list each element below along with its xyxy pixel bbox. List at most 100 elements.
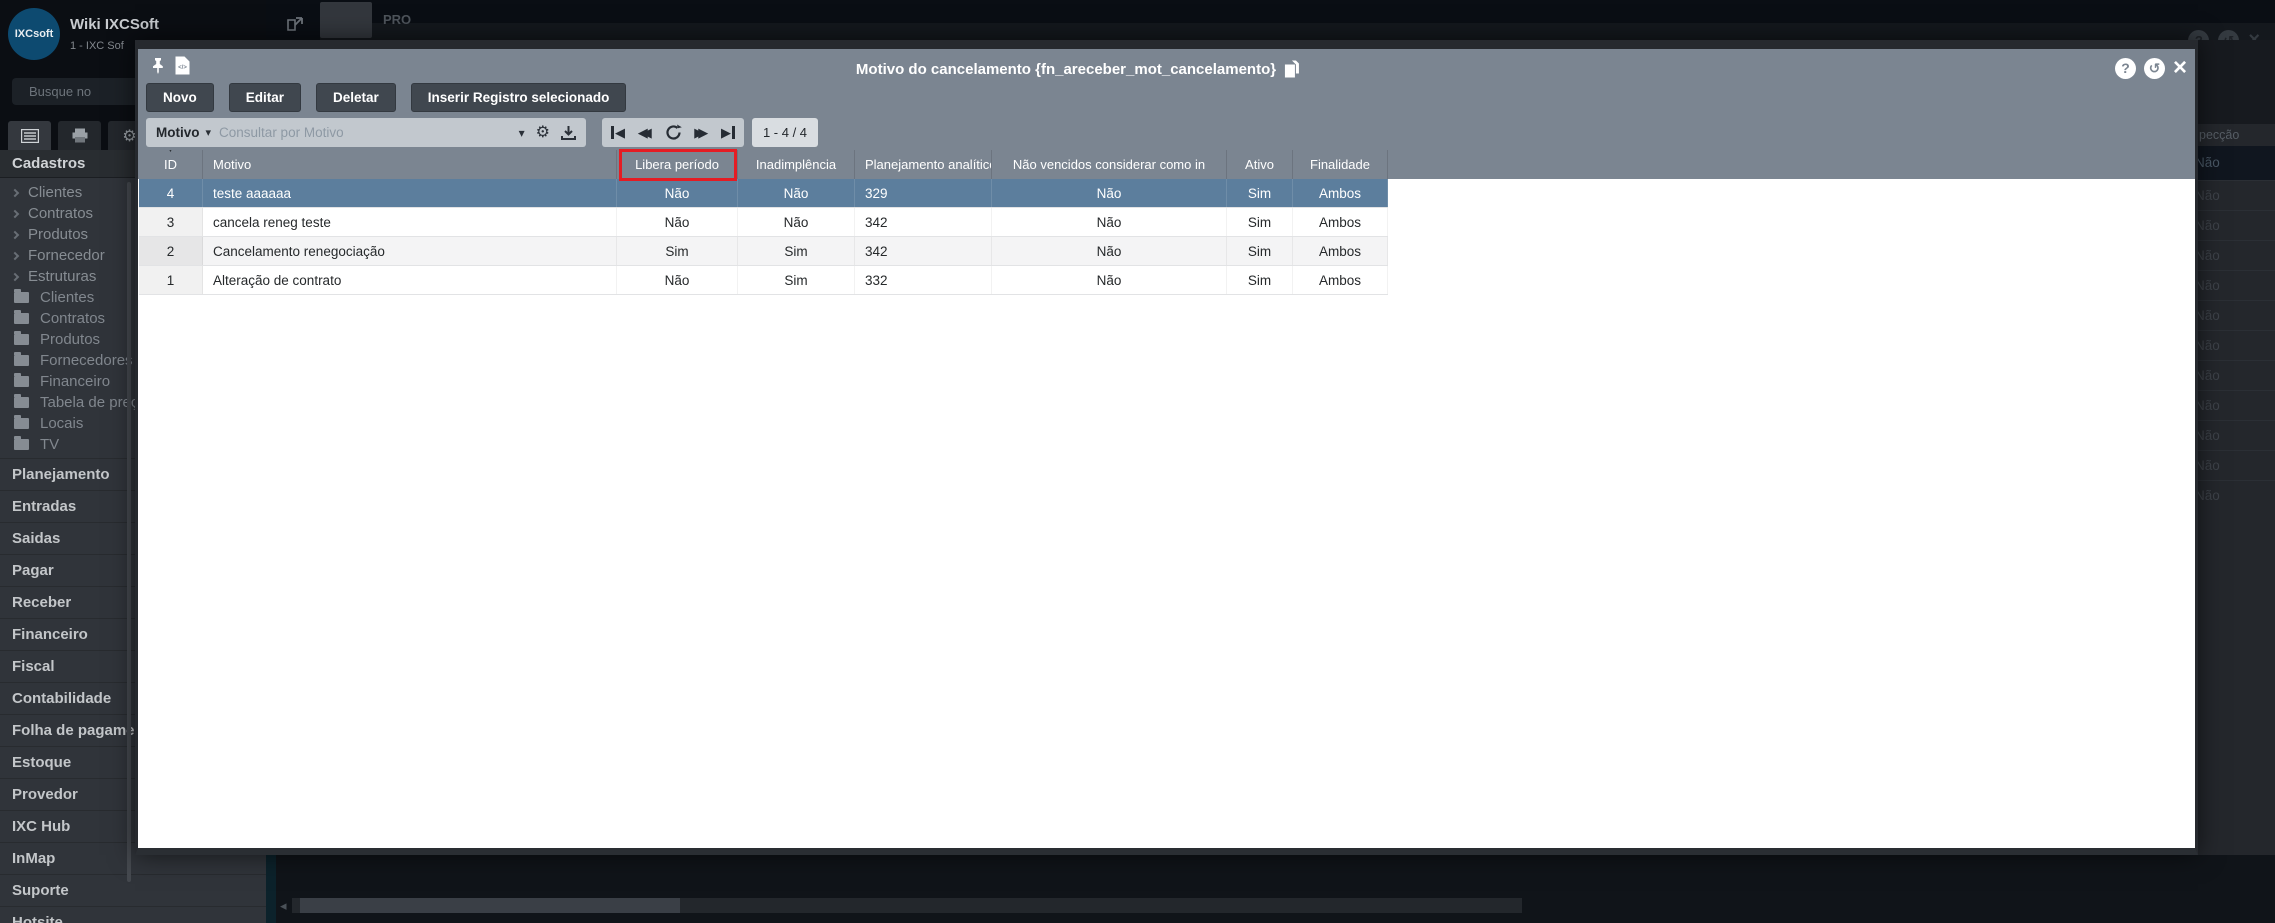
sidebar-section[interactable]: Hotsite (0, 906, 266, 923)
column-label: Planejamento analítico (865, 157, 992, 172)
folder-icon (14, 436, 29, 450)
cell-libera_periodo: Não (617, 179, 738, 207)
label: Fiscal (12, 658, 55, 675)
cell-libera_periodo: Sim (617, 237, 738, 265)
column-header-id[interactable]: ▼ ID (139, 150, 203, 179)
app-title: Wiki IXCSoft (70, 16, 160, 33)
cell-finalidade: Ambos (1293, 266, 1388, 294)
editar-button[interactable]: Editar (228, 83, 302, 112)
cell-inadimplencia: Não (738, 208, 855, 236)
label: Clientes (28, 184, 83, 201)
background-bottom-strip: ◂ (266, 855, 2275, 923)
label: Planejamento (12, 466, 110, 483)
label: Provedor (12, 786, 78, 803)
scroll-left-icon[interactable]: ◂ (280, 898, 287, 914)
folder-icon (14, 331, 29, 345)
novo-button[interactable]: Novo (146, 83, 214, 112)
list-icon (20, 128, 39, 143)
label: Fornecedores (40, 352, 133, 369)
screen: IXCsoft Wiki IXCSoft 1 - IXC Sof Busque … (0, 0, 2275, 923)
column-header-planejamento[interactable]: Planejamento analítico (855, 150, 992, 179)
label: Clientes (40, 289, 95, 306)
table-row[interactable]: 3 cancela reneg teste Não Não 342 Não Sim Ambos (139, 208, 1388, 237)
sidebar-section[interactable]: Suporte (0, 874, 266, 906)
chev-icon (10, 230, 20, 239)
modal-motivo-cancelamento: </> Motivo do cancelamento {fn_areceber_… (135, 40, 2198, 855)
table-row[interactable]: 1 Alteração de contrato Não Sim 332 Não Sim Amb… (139, 266, 1388, 295)
label: Financeiro (40, 373, 111, 390)
nav-last-icon[interactable]: ▶ (721, 126, 735, 139)
column-header-finalidade[interactable]: Finalidade (1293, 150, 1388, 179)
download-icon[interactable] (561, 125, 576, 140)
column-header-ativo[interactable]: Ativo (1227, 150, 1293, 179)
close-icon[interactable]: × (2173, 56, 2187, 80)
consulta-input[interactable] (217, 124, 513, 141)
background-table-row: Não (2198, 146, 2275, 180)
cell-ativo: Sim (1227, 266, 1293, 294)
background-tab-label: PRO (383, 12, 412, 27)
field-caret-icon[interactable]: ▾ (206, 126, 212, 139)
table-body: 4 teste aaaaaa Não Não 329 Não Sim Ambos 3 cancel… (139, 179, 1388, 295)
code-file-icon[interactable]: </> (175, 56, 190, 75)
pin-icon[interactable] (150, 57, 166, 74)
nav-next-icon[interactable]: ▶▶ (694, 126, 708, 139)
cell-motivo: Alteração de contrato (203, 266, 617, 294)
cell-id: 2 (139, 237, 203, 265)
column-header-motivo[interactable]: Motivo (203, 150, 617, 179)
label: Entradas (12, 498, 77, 515)
label: Contratos (28, 205, 94, 222)
label: IXC Hub (12, 818, 71, 835)
column-label: Não vencidos considerar como in (1012, 157, 1206, 172)
deletar-button[interactable]: Deletar (316, 83, 396, 112)
background-table-row: Não (2198, 240, 2275, 270)
background-table-strip: pecção Não Não Não Não Não Não Não Não Não Não Não… (2198, 40, 2275, 855)
nav-prev-icon[interactable]: ◀◀ (638, 126, 652, 139)
consulta-field[interactable]: Motivo ▾ ▾ ⚙ (146, 118, 586, 147)
tab-print[interactable] (58, 121, 101, 150)
external-link-icon (287, 17, 303, 31)
cell-finalidade: Ambos (1293, 237, 1388, 265)
refresh-icon[interactable] (665, 124, 682, 141)
column-header-libera-periodo[interactable]: Libera período (617, 150, 738, 179)
app-logo[interactable]: IXCsoft (8, 8, 60, 60)
background-table-row: Não (2198, 480, 2275, 510)
background-table-row: Não (2198, 360, 2275, 390)
settings-gears-icon[interactable]: ⚙ (536, 124, 550, 141)
undo-history-icon[interactable]: ↺ (2143, 57, 2165, 79)
nav-first-icon[interactable]: ◀ (611, 126, 625, 139)
consulta-field-label[interactable]: Motivo (156, 125, 200, 140)
background-table-row: Não (2198, 450, 2275, 480)
column-label: ID (164, 157, 177, 172)
folder-icon (14, 352, 29, 366)
column-header-nao-vencidos[interactable]: Não vencidos considerar como in (992, 150, 1227, 179)
sidebar-scrollbar[interactable] (127, 182, 131, 882)
horizontal-scrollbar-thumb[interactable] (300, 898, 680, 913)
table-row[interactable]: 4 teste aaaaaa Não Não 329 Não Sim Ambos (139, 179, 1388, 208)
chev-icon (10, 209, 20, 218)
column-header-inadimplencia[interactable]: Inadimplência (738, 150, 855, 179)
dropdown-caret-icon[interactable]: ▾ (519, 126, 525, 140)
label: Contabilidade (12, 690, 112, 707)
cell-planejamento: 329 (855, 179, 992, 207)
label: Suporte (12, 882, 69, 899)
background-chip (320, 2, 372, 38)
label: Receber (12, 594, 72, 611)
table-row[interactable]: 2 Cancelamento renegociação Sim Sim 342 Não Si… (139, 237, 1388, 266)
cell-ativo: Sim (1227, 237, 1293, 265)
modal-header-zone: </> Motivo do cancelamento {fn_areceber_… (138, 49, 2195, 181)
cell-nao_vencidos: Não (992, 208, 1227, 236)
folder-icon (14, 310, 29, 324)
copy-icon[interactable] (1284, 60, 1299, 78)
horizontal-scrollbar[interactable] (292, 898, 1522, 913)
printer-icon (72, 128, 87, 143)
background-table-row: Não (2198, 300, 2275, 330)
help-icon[interactable]: ? (2114, 57, 2136, 79)
label: Hotsite (12, 914, 63, 923)
background-table-row: Não (2198, 330, 2275, 360)
background-table-rows: Não Não Não Não Não Não Não Não Não Não Não Não (2198, 146, 2275, 510)
column-label: Ativo (1245, 157, 1274, 172)
modal-window-controls: ? ↺ × (2114, 56, 2187, 80)
modal-left-icons: </> (150, 56, 190, 75)
inserir-registro-button[interactable]: Inserir Registro selecionado (410, 83, 627, 112)
tab-menu[interactable] (8, 121, 51, 150)
